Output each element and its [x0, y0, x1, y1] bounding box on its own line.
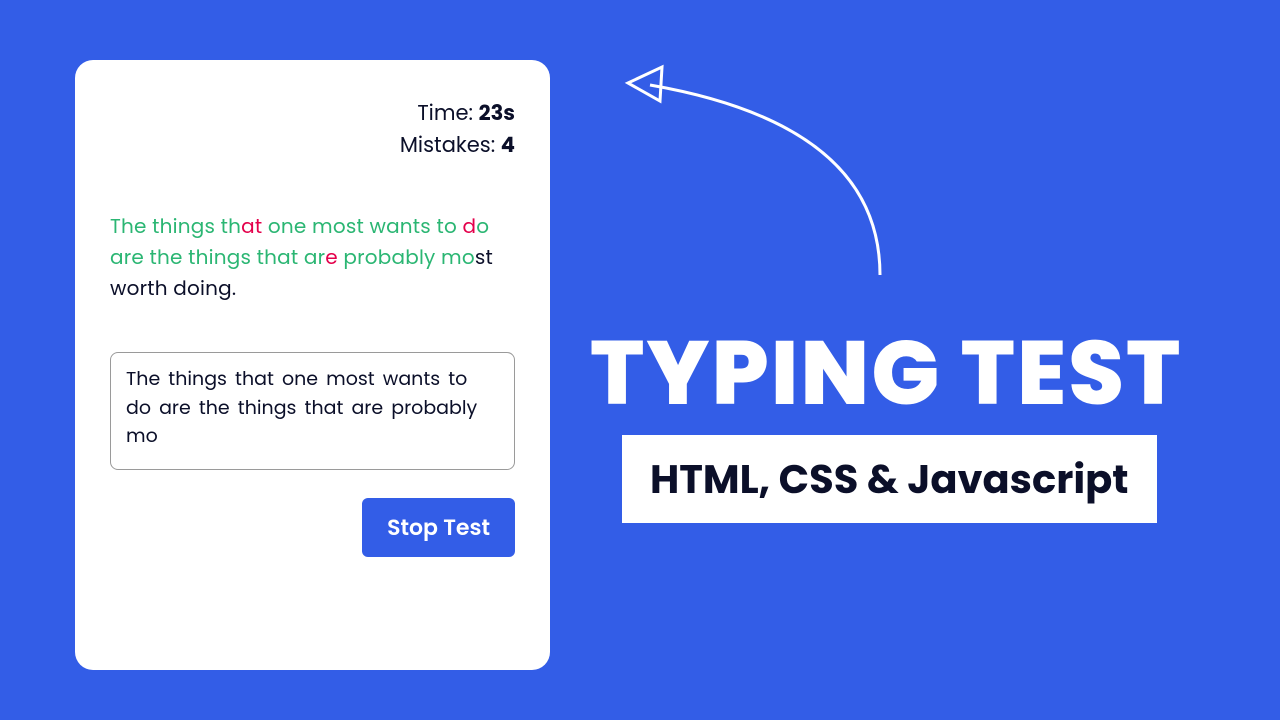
quote-wrong-1: at — [241, 212, 262, 240]
quote-correct-1: The things th — [110, 212, 241, 240]
time-value: 23s — [479, 99, 515, 128]
stats-block: Time: 23s Mistakes: 4 — [110, 98, 515, 161]
mistakes-stat: Mistakes: 4 — [110, 130, 515, 162]
quote-correct-4: probably mo — [338, 243, 475, 271]
stop-test-button[interactable]: Stop Test — [362, 498, 515, 557]
typing-input[interactable]: The things that one most wants to do are… — [110, 352, 515, 470]
typing-test-card: Time: 23s Mistakes: 4 The things that on… — [75, 60, 550, 670]
button-row: Stop Test — [110, 498, 515, 557]
time-label: Time: — [417, 99, 478, 128]
hero-subtitle: HTML, CSS & Javascript — [622, 435, 1157, 523]
quote-wrong-2: d — [462, 212, 476, 240]
time-stat: Time: 23s — [110, 98, 515, 130]
quote-correct-2: one most wants to — [262, 212, 462, 240]
typing-input-value: The things that one most wants to do are… — [126, 365, 477, 449]
quote-wrong-3: e — [325, 243, 338, 271]
mistakes-value: 4 — [501, 131, 515, 160]
mistakes-label: Mistakes: — [400, 131, 501, 160]
quote-text: The things that one most wants to do are… — [110, 211, 515, 304]
arrow-icon — [610, 55, 900, 285]
hero-title: TYPING TEST — [590, 305, 1182, 441]
